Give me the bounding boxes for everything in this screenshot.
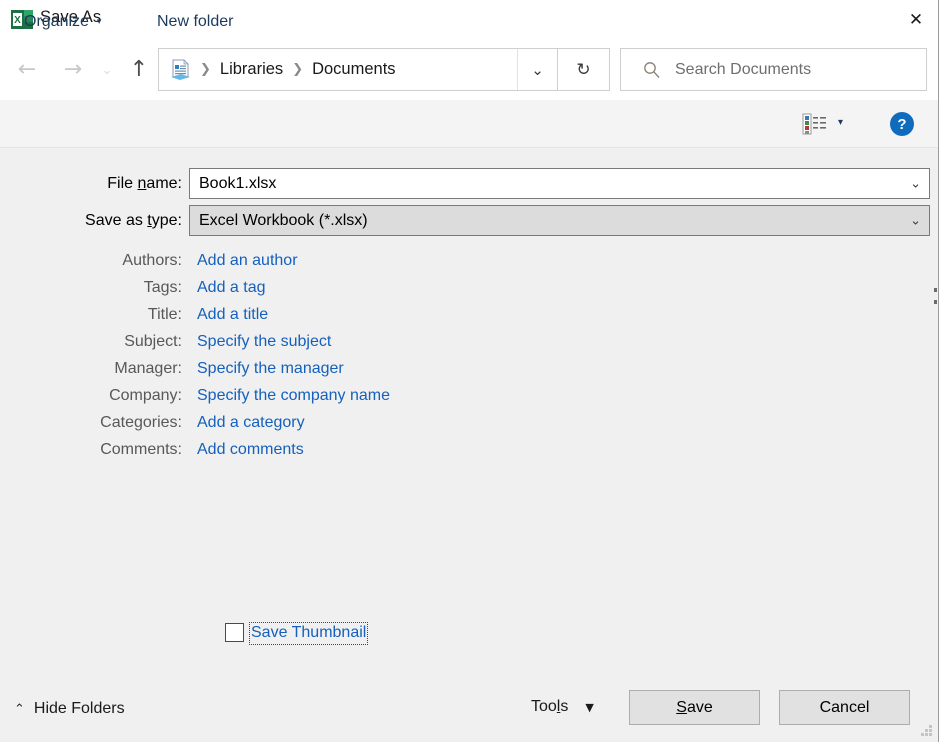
breadcrumb-documents[interactable]: Documents bbox=[312, 60, 395, 79]
subject-label: Subject: bbox=[32, 333, 182, 351]
tools-button[interactable]: Tools ▼ bbox=[531, 698, 594, 716]
tags-value[interactable]: Add a tag bbox=[197, 279, 266, 297]
forward-arrow-icon: → bbox=[64, 59, 82, 81]
resize-grip[interactable] bbox=[920, 724, 933, 737]
scrollbar-mark bbox=[934, 288, 937, 292]
new-folder-label: New folder bbox=[157, 13, 233, 30]
chevron-down-icon: ⌄ bbox=[531, 61, 544, 79]
company-value[interactable]: Specify the company name bbox=[197, 387, 390, 405]
save-as-type-value: Excel Workbook (*.xlsx) bbox=[199, 212, 368, 230]
cancel-button[interactable]: Cancel bbox=[779, 690, 910, 725]
comments-value[interactable]: Add comments bbox=[197, 441, 304, 459]
change-view-button[interactable] bbox=[802, 112, 828, 136]
authors-label: Authors: bbox=[32, 252, 182, 270]
manager-label: Manager: bbox=[32, 360, 182, 378]
breadcrumb-libraries[interactable]: Libraries bbox=[220, 60, 283, 79]
title-label: Title: bbox=[32, 306, 182, 324]
caret-up-icon: ⌃ bbox=[14, 703, 25, 716]
save-as-type-label: Save as type: bbox=[32, 212, 182, 230]
up-button[interactable]: ↑ bbox=[122, 50, 156, 90]
categories-label: Categories: bbox=[32, 414, 182, 432]
manager-value[interactable]: Specify the manager bbox=[197, 360, 344, 378]
file-name-label: File name: bbox=[32, 175, 182, 193]
address-bar[interactable]: ❯ Libraries ❯ Documents ⌄ bbox=[158, 48, 558, 91]
hide-folders-label: Hide Folders bbox=[34, 700, 125, 718]
scrollbar-mark bbox=[934, 300, 937, 304]
save-thumbnail-checkbox[interactable] bbox=[225, 623, 244, 642]
chevron-down-icon: ⌄ bbox=[102, 64, 113, 77]
file-name-input[interactable]: Book1.xlsx ⌄ bbox=[189, 168, 930, 199]
save-as-type-select[interactable]: Excel Workbook (*.xlsx) ⌄ bbox=[189, 205, 930, 236]
categories-value[interactable]: Add a category bbox=[197, 414, 305, 432]
back-button[interactable]: ← bbox=[10, 50, 44, 90]
company-label: Company: bbox=[32, 387, 182, 405]
save-button[interactable]: Save bbox=[629, 690, 760, 725]
close-button[interactable]: ✕ bbox=[893, 0, 939, 40]
back-arrow-icon: ← bbox=[18, 59, 36, 81]
question-mark-icon: ? bbox=[897, 116, 906, 133]
title-bar: X Save As ✕ bbox=[0, 0, 939, 40]
subject-value[interactable]: Specify the subject bbox=[197, 333, 331, 351]
save-button-label: Save bbox=[676, 699, 712, 717]
new-folder-button[interactable]: New folder bbox=[157, 13, 233, 31]
libraries-icon bbox=[170, 59, 191, 81]
caret-down-icon: ▾ bbox=[97, 18, 102, 27]
search-input[interactable]: Search Documents bbox=[675, 61, 811, 79]
breadcrumb-separator: ❯ bbox=[200, 63, 211, 76]
caret-down-icon: ▼ bbox=[585, 702, 593, 713]
list-view-icon bbox=[802, 123, 828, 140]
command-toolbar bbox=[0, 100, 939, 148]
refresh-button[interactable]: ↻ bbox=[558, 48, 610, 91]
svg-text:X: X bbox=[14, 15, 21, 26]
comments-label: Comments: bbox=[32, 441, 182, 459]
save-thumbnail-label[interactable]: Save Thumbnail bbox=[249, 622, 368, 645]
title-value[interactable]: Add a title bbox=[197, 306, 268, 324]
breadcrumb-separator: ❯ bbox=[292, 63, 303, 76]
help-button[interactable]: ? bbox=[890, 112, 914, 136]
up-arrow-icon: ↑ bbox=[130, 59, 148, 81]
search-box[interactable]: Search Documents bbox=[620, 48, 927, 91]
file-name-value: Book1.xlsx bbox=[199, 175, 276, 193]
tools-label: Tools bbox=[531, 698, 568, 716]
chevron-down-icon[interactable]: ⌄ bbox=[910, 177, 921, 190]
cancel-button-label: Cancel bbox=[820, 699, 870, 717]
search-icon bbox=[643, 61, 661, 79]
authors-value[interactable]: Add an author bbox=[197, 252, 298, 270]
address-dropdown-button[interactable]: ⌄ bbox=[517, 49, 557, 90]
tags-label: Tags: bbox=[32, 279, 182, 297]
forward-button[interactable]: → bbox=[56, 50, 90, 90]
caret-down-icon: ▾ bbox=[838, 117, 843, 128]
close-icon: ✕ bbox=[909, 12, 923, 29]
chevron-down-icon[interactable]: ⌄ bbox=[910, 214, 921, 227]
organize-label: Organize bbox=[24, 13, 89, 31]
change-view-dropdown[interactable]: ▾ bbox=[838, 118, 843, 128]
refresh-icon: ↻ bbox=[576, 60, 590, 80]
recent-locations-button[interactable]: ⌄ bbox=[95, 50, 119, 90]
organize-button[interactable]: Organize ▾ bbox=[24, 13, 101, 31]
hide-folders-button[interactable]: ⌃ Hide Folders bbox=[14, 700, 125, 718]
